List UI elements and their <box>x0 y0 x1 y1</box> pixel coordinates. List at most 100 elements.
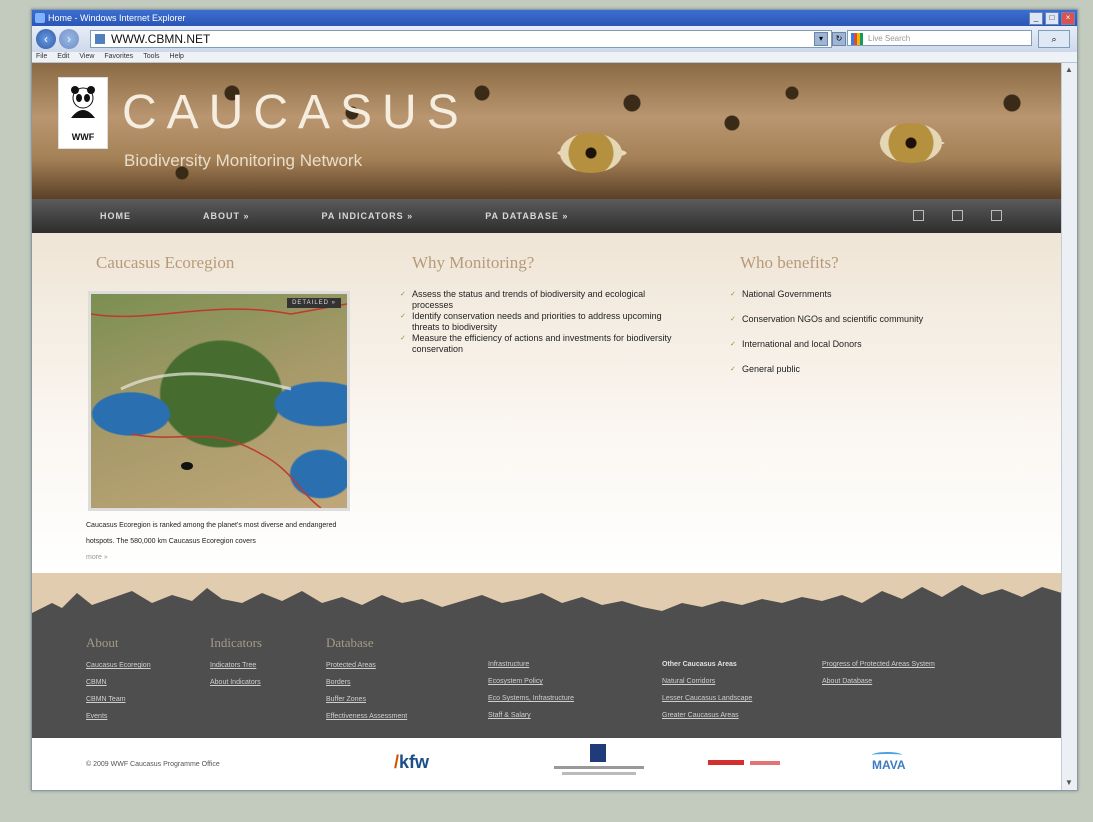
who-heading: Who benefits? <box>740 253 839 272</box>
page-viewport: WWF CAUCASUS Biodiversity Monitoring Net… <box>32 63 1062 790</box>
kfw-logo-text: kfw <box>399 752 430 772</box>
main-content: Caucasus Ecoregion DETAILED » Caucasus E… <box>32 233 1062 573</box>
forest-skyline <box>32 573 1062 633</box>
close-button[interactable]: × <box>1061 12 1075 25</box>
sponsor-logo-icon <box>750 761 781 765</box>
sponsor-logo-red[interactable] <box>708 758 788 768</box>
why-heading: Why Monitoring? <box>412 253 535 272</box>
footer-col5-heading: Other Caucasus Areas <box>662 661 737 668</box>
footer-link[interactable]: CBMN Team <box>86 691 151 708</box>
footer-link[interactable]: Events <box>86 708 151 725</box>
nav-pa-database[interactable]: PA DATABASE » <box>485 211 568 221</box>
minimize-button[interactable]: _ <box>1029 12 1043 25</box>
ministry-text-line-icon <box>562 772 636 775</box>
footer-col6: Progress of Protected Areas System About… <box>822 656 935 690</box>
footer-link[interactable]: About Indicators <box>210 674 262 691</box>
sitemap-icon[interactable] <box>991 210 1002 221</box>
why-item: Measure the efficiency of actions and in… <box>400 333 680 355</box>
menu-edit[interactable]: Edit <box>57 52 69 62</box>
footer-link[interactable]: Effectiveness Assessment <box>326 708 407 725</box>
maximize-button[interactable]: □ <box>1045 12 1059 25</box>
ecoregion-map[interactable]: DETAILED » <box>88 291 350 511</box>
page-icon <box>95 34 105 44</box>
footer-link[interactable]: Ecosystem Policy <box>488 673 574 690</box>
more-link[interactable]: more » <box>86 554 108 561</box>
home-icon[interactable] <box>913 210 924 221</box>
ministry-text-line-icon <box>554 766 644 769</box>
site-title: CAUCASUS <box>122 86 469 139</box>
footer-link[interactable]: Progress of Protected Areas System <box>822 656 935 673</box>
nav-about[interactable]: ABOUT » <box>203 211 250 221</box>
who-item: International and local Donors <box>730 339 1030 350</box>
who-item: General public <box>730 364 1030 375</box>
footer-link[interactable]: Borders <box>326 674 407 691</box>
menu-tools[interactable]: Tools <box>143 52 159 62</box>
kfw-logo[interactable]: /kfw <box>394 752 429 773</box>
menu-file[interactable]: File <box>36 52 47 62</box>
title-bar: Home - Windows Internet Explorer _ □ × <box>32 10 1077 26</box>
footer-link[interactable]: About Database <box>822 673 935 690</box>
who-item: Conservation NGOs and scientific communi… <box>730 314 1030 325</box>
menu-favorites[interactable]: Favorites <box>104 52 133 62</box>
copyright: © 2009 WWF Caucasus Programme Office <box>86 761 220 768</box>
footer-link[interactable]: Indicators Tree <box>210 657 262 674</box>
footer-link[interactable]: Natural Corridors <box>662 673 752 690</box>
address-row: ‹ › WWW.CBMN.NET ▾ ↻ × Live Search ⌕ <box>32 26 1077 52</box>
window-title: Home - Windows Internet Explorer <box>48 13 186 23</box>
footer-link[interactable]: Lesser Caucasus Landscape <box>662 690 752 707</box>
ministry-crest-icon <box>590 744 606 762</box>
scroll-up-icon[interactable]: ▲ <box>1064 65 1074 75</box>
ecoregion-heading: Caucasus Ecoregion <box>96 253 235 272</box>
footer-col4: Infrastructure Ecosystem Policy Eco Syst… <box>488 656 574 724</box>
map-borders <box>91 303 347 508</box>
scroll-down-icon[interactable]: ▼ <box>1064 778 1074 788</box>
map-detailed-button[interactable]: DETAILED » <box>287 298 341 308</box>
menu-help[interactable]: Help <box>170 52 184 62</box>
footer-link[interactable]: Caucasus Ecoregion <box>86 657 151 674</box>
nav-pa-indicators[interactable]: PA INDICATORS » <box>322 211 414 221</box>
search-provider-icon <box>851 33 863 45</box>
browser-window: Home - Windows Internet Explorer _ □ × ‹… <box>31 9 1078 791</box>
address-bar[interactable]: WWW.CBMN.NET <box>90 30 832 48</box>
footer-link[interactable]: Buffer Zones <box>326 691 407 708</box>
dropdown-icon[interactable]: ▾ <box>814 32 828 46</box>
panda-icon <box>71 86 95 118</box>
footer-link[interactable]: Protected Areas <box>326 657 407 674</box>
footer-database-heading: Database <box>326 635 374 650</box>
address-text: WWW.CBMN.NET <box>111 32 211 46</box>
leopard-eye-right <box>880 123 942 163</box>
sponsor-logo-icon <box>708 760 744 765</box>
menu-view[interactable]: View <box>79 52 94 62</box>
ecoregion-caption: Caucasus Ecoregion is ranked among the p… <box>86 518 356 566</box>
search-button[interactable]: ⌕ <box>1038 30 1070 48</box>
vertical-scrollbar[interactable]: ▲ ▼ <box>1061 63 1077 790</box>
refresh-icon[interactable]: ↻ <box>832 32 846 46</box>
site-subtitle: Biodiversity Monitoring Network <box>124 151 363 170</box>
sponsor-bar: © 2009 WWF Caucasus Programme Office /kf… <box>32 738 1062 790</box>
why-item: Identify conservation needs and prioriti… <box>400 311 680 333</box>
mava-logo[interactable]: MAVA <box>872 752 906 772</box>
who-list: National Governments Conservation NGOs a… <box>730 289 1030 375</box>
caption-text: Caucasus Ecoregion is ranked among the p… <box>86 522 337 545</box>
footer-link[interactable]: Staff & Salary <box>488 707 574 724</box>
wwf-logo[interactable]: WWF <box>58 77 108 149</box>
mail-icon[interactable] <box>952 210 963 221</box>
footer-indicators: Indicators Indicators Tree About Indicat… <box>210 635 262 691</box>
footer-link[interactable]: CBMN <box>86 674 151 691</box>
footer-link[interactable]: Infrastructure <box>488 656 574 673</box>
search-input[interactable]: Live Search <box>847 30 1032 46</box>
leopard-eye-left <box>560 133 622 173</box>
forward-button[interactable]: › <box>59 29 79 49</box>
footer-link[interactable]: Eco Systems, Infrastructure <box>488 690 574 707</box>
wwf-logo-text: WWF <box>71 132 95 142</box>
back-button[interactable]: ‹ <box>36 29 56 49</box>
footer-col5: Other Caucasus Areas Natural Corridors L… <box>662 656 752 724</box>
site-footer: About Caucasus Ecoregion CBMN CBMN Team … <box>32 573 1062 738</box>
why-list: Assess the status and trends of biodiver… <box>400 289 680 355</box>
nav-home[interactable]: HOME <box>100 211 131 221</box>
footer-about: About Caucasus Ecoregion CBMN CBMN Team … <box>86 635 151 725</box>
mava-logo-text: MAVA <box>872 758 906 772</box>
german-ministry-logo[interactable] <box>554 744 644 778</box>
footer-link[interactable]: Greater Caucasus Areas <box>662 707 752 724</box>
search-placeholder: Live Search <box>868 34 911 43</box>
